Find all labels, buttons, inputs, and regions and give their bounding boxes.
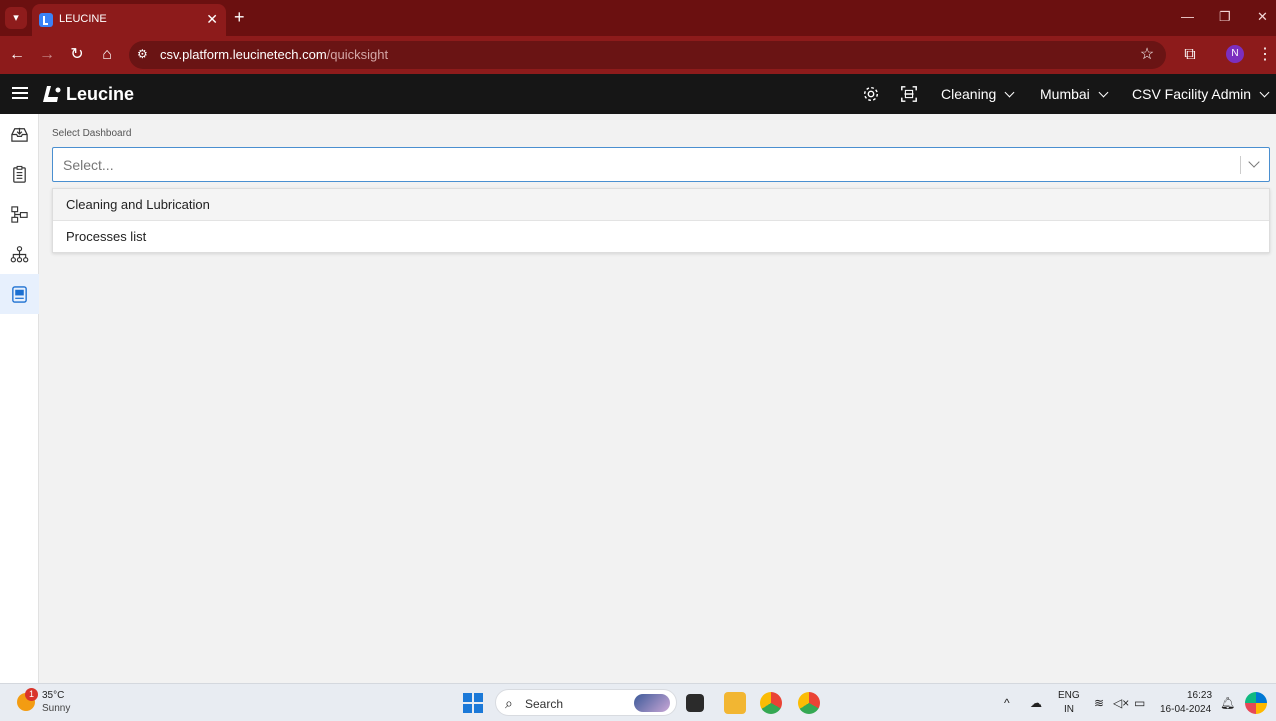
search-icon: ⌕ [505,695,513,711]
close-tab-icon[interactable]: ✕ [206,11,218,27]
chevron-down-icon[interactable] [1248,156,1260,168]
weather-temperature[interactable]: 35°C [42,690,64,701]
facility-dropdown[interactable]: Mumbai [1040,86,1109,102]
sidebar [0,114,39,683]
sidebar-item-ontology[interactable] [0,234,39,274]
minimize-button[interactable]: — [1181,9,1194,24]
bookmark-star-icon[interactable]: ☆ [1137,45,1157,65]
site-info-icon[interactable]: ⚙ [137,47,148,61]
language-top[interactable]: ENG [1058,690,1080,701]
option-processes-list[interactable]: Processes list [53,221,1269,253]
dashboard-options-menu: Cleaning and Lubrication Processes list [52,188,1270,253]
reload-icon[interactable]: ↻ [67,45,87,65]
weather-condition[interactable]: Sunny [42,703,70,714]
settings-gear-icon[interactable] [862,85,880,103]
taskbar-search[interactable]: ⌕ Search [495,689,677,716]
search-highlight-image [634,694,670,712]
user-role-dropdown[interactable]: CSV Facility Admin [1132,86,1270,102]
use-case-dropdown[interactable]: Cleaning [941,86,1015,102]
inbox-icon [11,127,28,142]
sidebar-item-checklists[interactable] [0,154,39,194]
browser-menu-icon[interactable]: ⋮ [1255,45,1275,65]
select-separator [1240,156,1241,174]
browser-tab[interactable]: LEUCINE ✕ [32,4,226,36]
hierarchy-icon [10,245,29,262]
dashboard-icon [12,285,27,303]
clock-time[interactable]: 16:23 [1187,690,1212,701]
extensions-icon[interactable]: ⧉ [1180,45,1200,65]
url-text: csv.platform.leucinetech.com/quicksight [160,47,389,62]
browser-toolbar: ← → ↻ ⌂ ⚙ csv.platform.leucinetech.com/q… [0,36,1276,74]
option-cleaning-and-lubrication[interactable]: Cleaning and Lubrication [53,189,1269,221]
checklist-icon [13,165,26,183]
home-icon[interactable]: ⌂ [97,45,117,65]
leucine-logo-icon [43,86,61,102]
close-window-button[interactable]: ✕ [1257,9,1268,25]
clock-date[interactable]: 16-04-2024 [1160,704,1211,715]
chrome-icon[interactable] [760,692,782,714]
profile-avatar[interactable]: N [1226,45,1244,63]
select-dashboard-label: Select Dashboard [52,128,132,139]
task-view-icon[interactable] [686,694,704,712]
app-header: Leucine Cleaning Mumbai CSV Facility Adm… [0,74,1276,114]
tab-search-button[interactable]: ▾ [5,7,27,29]
volume-muted-icon[interactable]: ◁× [1113,696,1129,710]
forward-icon[interactable]: → [37,45,57,65]
taskbar-search-label: Search [525,697,564,711]
select-placeholder: Select... [63,157,114,173]
language-bottom[interactable]: IN [1064,704,1074,715]
sidebar-item-inbox[interactable] [0,114,39,154]
scan-icon[interactable] [900,85,918,103]
wifi-icon[interactable]: ≋ [1094,696,1104,710]
notification-bell-icon[interactable]: 🔔︎ [1220,696,1235,710]
restore-button[interactable]: ❐ [1219,9,1231,25]
back-icon[interactable]: ← [7,45,27,65]
main-content: Select Dashboard Select... Cleaning and … [40,114,1276,683]
battery-icon[interactable]: ▭ [1134,696,1145,710]
chevron-down-icon [1259,87,1270,98]
chrome-profile-icon[interactable] [798,692,820,714]
brand-name: Leucine [66,84,135,104]
chevron-down-icon [1004,87,1015,98]
tab-title: LEUCINE [59,13,107,25]
windows-taskbar: 1 35°C Sunny ⌕ Search ^ ☁ ENG IN ≋ ◁× ▭ … [0,683,1276,721]
windows-start-icon[interactable] [463,693,483,713]
browser-tabstrip: ▾ LEUCINE ✕ + — ❐ ✕ [0,0,1276,36]
process-flow-icon [11,205,28,223]
sidebar-item-dashboards[interactable] [0,274,39,314]
show-hidden-icons-chevron-icon[interactable]: ^ [1004,696,1010,710]
address-bar[interactable]: ⚙ csv.platform.leucinetech.com/quicksigh… [129,41,1166,69]
dashboard-select[interactable]: Select... [52,147,1270,182]
hamburger-menu-icon[interactable] [12,87,28,100]
weather-badge: 1 [25,688,38,701]
sidebar-item-processes[interactable] [0,194,39,234]
leucine-favicon-icon [39,13,53,27]
chevron-down-icon [1098,87,1109,98]
new-tab-button[interactable]: + [234,8,245,26]
onedrive-icon[interactable]: ☁ [1030,696,1042,710]
copilot-icon[interactable] [1245,692,1267,714]
file-explorer-icon[interactable] [724,692,746,714]
